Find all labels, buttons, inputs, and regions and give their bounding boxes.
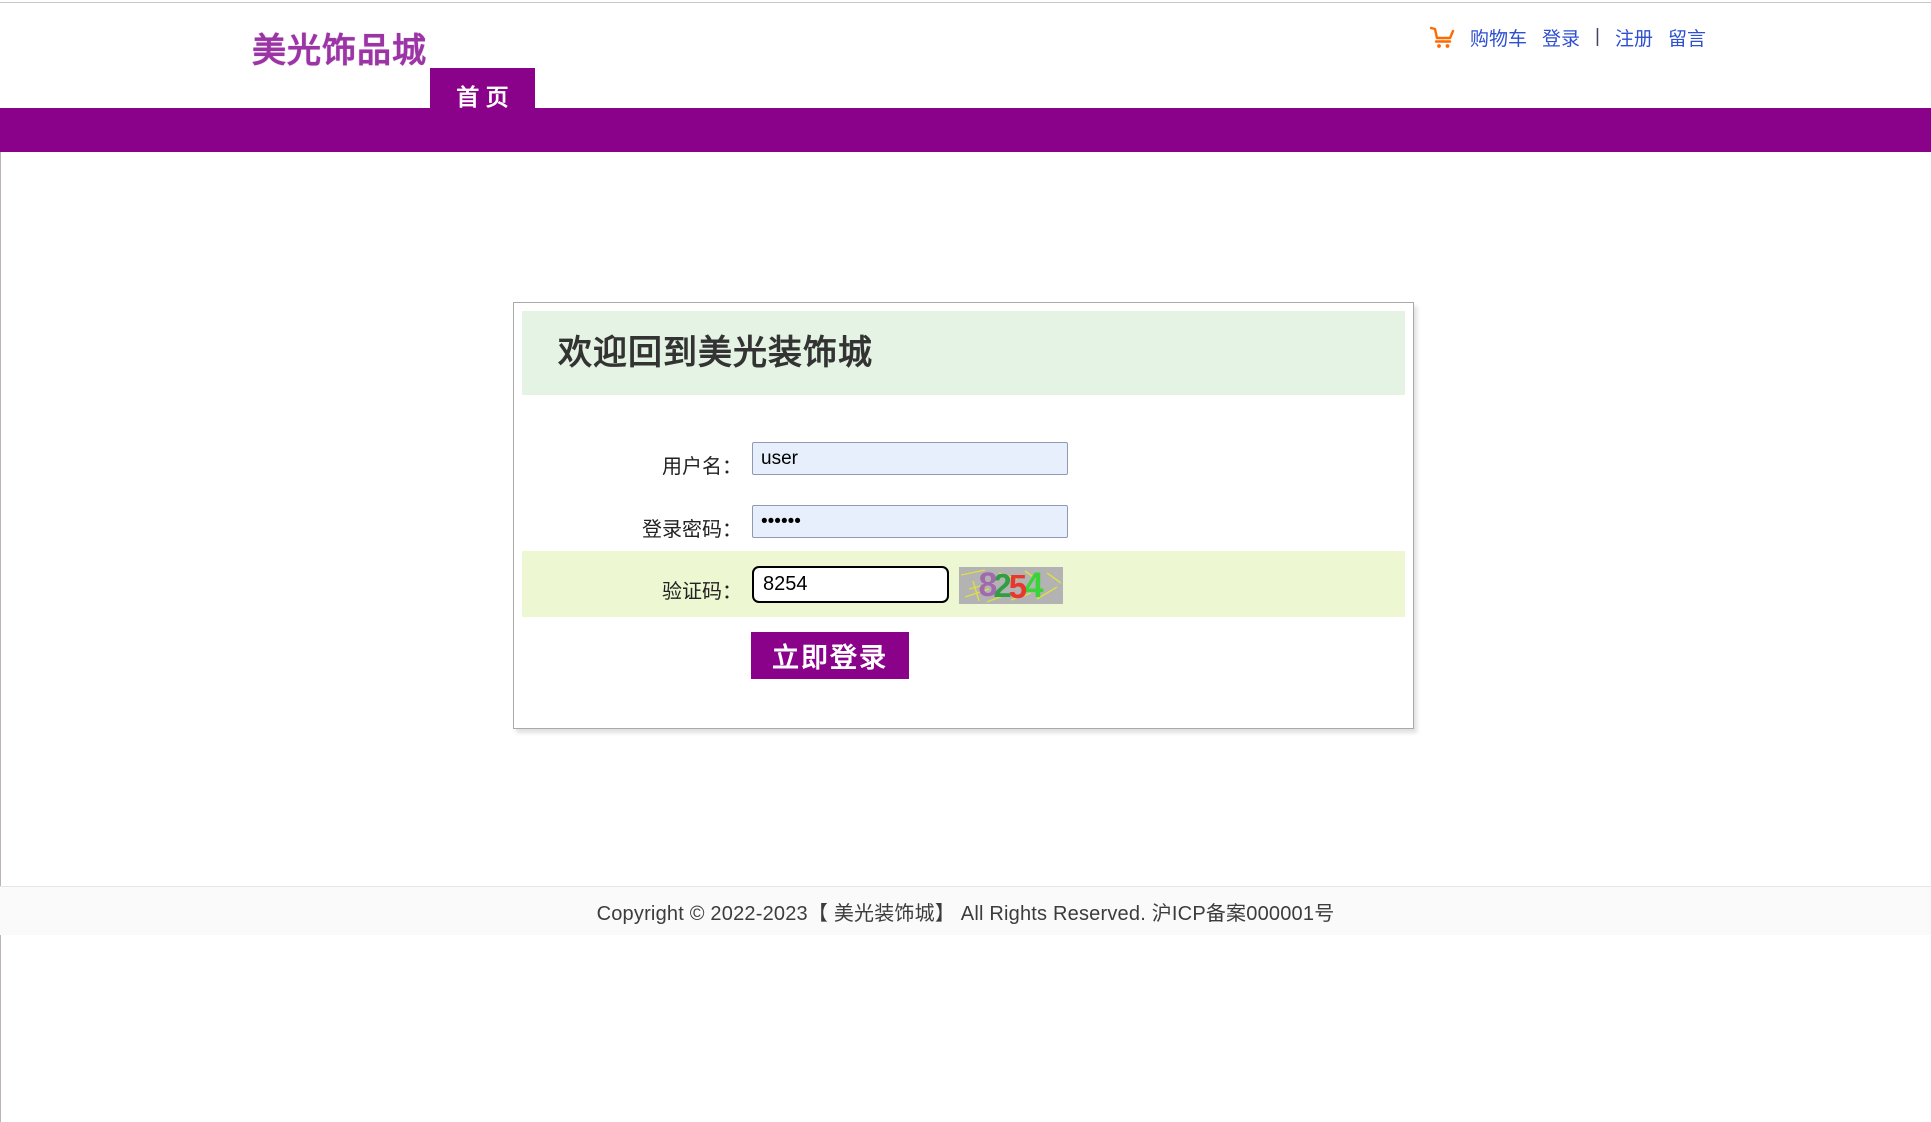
shopping-cart-icon[interactable] — [1429, 25, 1455, 49]
window-left-edge — [0, 3, 1, 1122]
username-input[interactable] — [752, 442, 1068, 475]
password-input[interactable] — [752, 505, 1068, 538]
nav-login-link[interactable]: 登录 — [1542, 24, 1580, 51]
top-nav: 购物车 登录 | 注册 留言 — [1429, 21, 1706, 53]
captcha-input[interactable] — [752, 566, 949, 603]
login-title: 欢迎回到美光装饰城 — [522, 311, 1405, 395]
login-panel: 欢迎回到美光装饰城 用户名： 登录密码： 验证码： — [513, 302, 1414, 729]
nav-separator: | — [1595, 26, 1600, 48]
password-label: 登录密码： — [514, 513, 742, 542]
nav-cart-link[interactable]: 购物车 — [1470, 24, 1527, 51]
captcha-label: 验证码： — [514, 575, 742, 604]
site-logo[interactable]: 美光饰品城 — [252, 23, 427, 72]
login-submit-button[interactable]: 立即登录 — [751, 632, 909, 679]
captcha-digits: 8 2 5 4 — [959, 567, 1063, 604]
username-label: 用户名： — [514, 450, 742, 479]
captcha-image[interactable]: 8 2 5 4 — [959, 567, 1063, 604]
site-header: 美光饰品城 购物车 登录 | 注册 留言 首 页 — [0, 3, 1931, 108]
copyright-text: Copyright © 2022-2023【 美光装饰城】 All Rights… — [597, 897, 1335, 926]
page: 美光饰品城 购物车 登录 | 注册 留言 首 页 欢迎回到美光装饰城 用户名： — [0, 0, 1931, 1122]
page-footer: Copyright © 2022-2023【 美光装饰城】 All Rights… — [0, 886, 1931, 935]
main-nav-bar — [0, 108, 1931, 152]
nav-message-link[interactable]: 留言 — [1668, 24, 1706, 51]
login-panel-header: 欢迎回到美光装饰城 — [522, 311, 1405, 395]
nav-register-link[interactable]: 注册 — [1615, 24, 1653, 51]
